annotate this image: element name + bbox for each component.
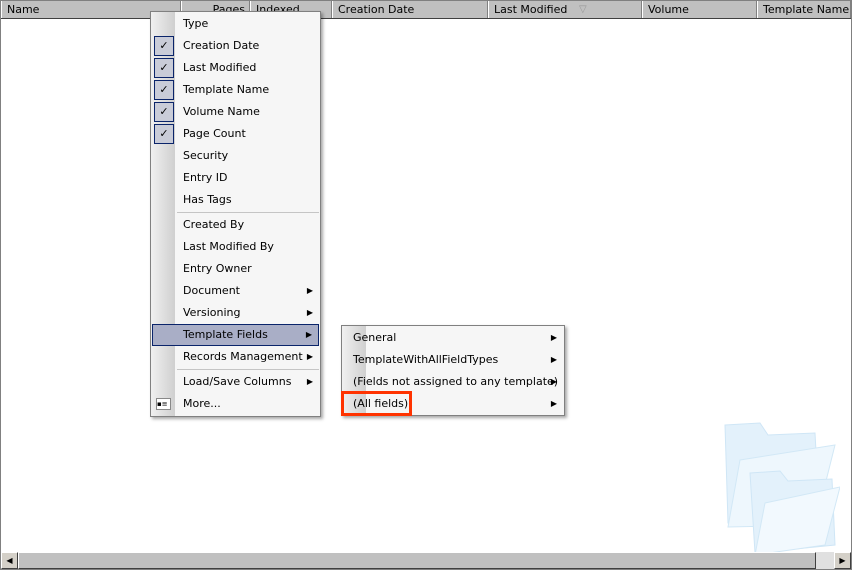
- submenu-arrow-icon: ▶: [550, 399, 557, 408]
- menu-item-label: Versioning: [183, 306, 241, 319]
- submenu-arrow-icon: ▶: [550, 355, 557, 364]
- menu-item-last-modified-by[interactable]: Last Modified By: [152, 236, 319, 258]
- menu-separator: [177, 212, 319, 213]
- checkmark-icon: ✓: [154, 58, 174, 78]
- submenu-arrow-icon: ▶: [306, 308, 313, 317]
- menu-item-label: Entry Owner: [183, 262, 252, 275]
- menu-item-label: Last Modified By: [183, 240, 274, 253]
- menu-item-security[interactable]: Security: [152, 145, 319, 167]
- column-label: Creation Date: [338, 3, 415, 16]
- menu-item-label: Entry ID: [183, 171, 228, 184]
- menu-item-page-count[interactable]: ✓ Page Count: [152, 123, 319, 145]
- column-header-template-name[interactable]: Template Name: [757, 1, 851, 18]
- menu-item-created-by[interactable]: Created By: [152, 214, 319, 236]
- menu-item-label: Type: [183, 17, 209, 30]
- checkmark-icon: ✓: [154, 36, 174, 56]
- menu-item-label: Document: [183, 284, 240, 297]
- menu-item-label: Has Tags: [183, 193, 232, 206]
- column-header-creation-date[interactable]: Creation Date: [332, 1, 488, 18]
- scroll-thumb[interactable]: [18, 552, 816, 569]
- column-header-bar: Name Pages Indexed Creation Date Last Mo…: [1, 1, 851, 19]
- menu-item-records-management[interactable]: Records Management ▶: [152, 346, 319, 368]
- scroll-right-button[interactable]: ▶: [834, 552, 851, 569]
- column-label: Last Modified: [494, 3, 568, 16]
- menu-item-has-tags[interactable]: Has Tags: [152, 189, 319, 211]
- menu-item-last-modified[interactable]: ✓ Last Modified: [152, 57, 319, 79]
- empty-folder-watermark-icon: [724, 422, 840, 555]
- menu-item-template-fields[interactable]: Template Fields ▶: [152, 324, 319, 346]
- menu-item-label: More...: [183, 397, 221, 410]
- menu-item-label: Last Modified: [183, 61, 257, 74]
- horizontal-scrollbar[interactable]: ◀ ▶: [1, 552, 851, 569]
- menu-item-label: Creation Date: [183, 39, 260, 52]
- submenu-item-templatewithallfieldtypes[interactable]: TemplateWithAllFieldTypes ▶: [343, 349, 563, 371]
- submenu-item-general[interactable]: General ▶: [343, 327, 563, 349]
- submenu-arrow-icon: ▶: [550, 377, 557, 386]
- menu-item-label: Volume Name: [183, 105, 260, 118]
- checkmark-icon: ✓: [154, 102, 174, 122]
- menu-item-label: Created By: [183, 218, 245, 231]
- menu-item-label: Template Fields: [183, 328, 268, 341]
- menu-item-template-name[interactable]: ✓ Template Name: [152, 79, 319, 101]
- checkmark-icon: ✓: [154, 80, 174, 100]
- menu-item-label: Page Count: [183, 127, 246, 140]
- menu-item-type[interactable]: Type: [152, 13, 319, 35]
- columns-dialog-icon: ▪≡: [156, 398, 171, 410]
- scroll-left-button[interactable]: ◀: [1, 552, 18, 569]
- menu-item-more[interactable]: ▪≡ More...: [152, 393, 319, 415]
- checkmark-icon: ✓: [154, 124, 174, 144]
- sort-descending-icon: ▽: [579, 4, 587, 15]
- menu-item-label: Load/Save Columns: [183, 375, 292, 388]
- menu-item-entry-owner[interactable]: Entry Owner: [152, 258, 319, 280]
- menu-item-entry-id[interactable]: Entry ID: [152, 167, 319, 189]
- submenu-item-fields-not-assigned-to-any-template[interactable]: (Fields not assigned to any template) ▶: [343, 371, 563, 393]
- annotation-highlight-box: [341, 391, 412, 416]
- menu-item-label: (Fields not assigned to any template): [353, 375, 559, 388]
- menu-item-label: Template Name: [183, 83, 270, 96]
- menu-item-label: Records Management: [183, 350, 303, 363]
- submenu-arrow-icon: ▶: [306, 377, 313, 386]
- menu-item-document[interactable]: Document ▶: [152, 280, 319, 302]
- menu-item-label: TemplateWithAllFieldTypes: [353, 353, 499, 366]
- column-context-menu: Type ✓ Creation Date ✓ Last Modified ✓ Templat…: [150, 11, 321, 417]
- menu-item-versioning[interactable]: Versioning ▶: [152, 302, 319, 324]
- menu-item-creation-date[interactable]: ✓ Creation Date: [152, 35, 319, 57]
- menu-item-label: Security: [183, 149, 229, 162]
- menu-item-volume-name[interactable]: ✓ Volume Name: [152, 101, 319, 123]
- menu-item-load-save-columns[interactable]: Load/Save Columns ▶: [152, 371, 319, 393]
- submenu-arrow-icon: ▶: [305, 330, 312, 339]
- column-label: Template Name: [763, 3, 850, 16]
- column-label: Name: [7, 3, 40, 16]
- menu-separator: [177, 369, 319, 370]
- column-header-volume[interactable]: Volume: [642, 1, 757, 18]
- submenu-arrow-icon: ▶: [306, 286, 313, 295]
- menu-item-label: General: [353, 331, 397, 344]
- column-header-last-modified[interactable]: Last Modified ▽: [488, 1, 642, 18]
- submenu-arrow-icon: ▶: [550, 333, 557, 342]
- submenu-arrow-icon: ▶: [306, 352, 313, 361]
- column-label: Volume: [648, 3, 689, 16]
